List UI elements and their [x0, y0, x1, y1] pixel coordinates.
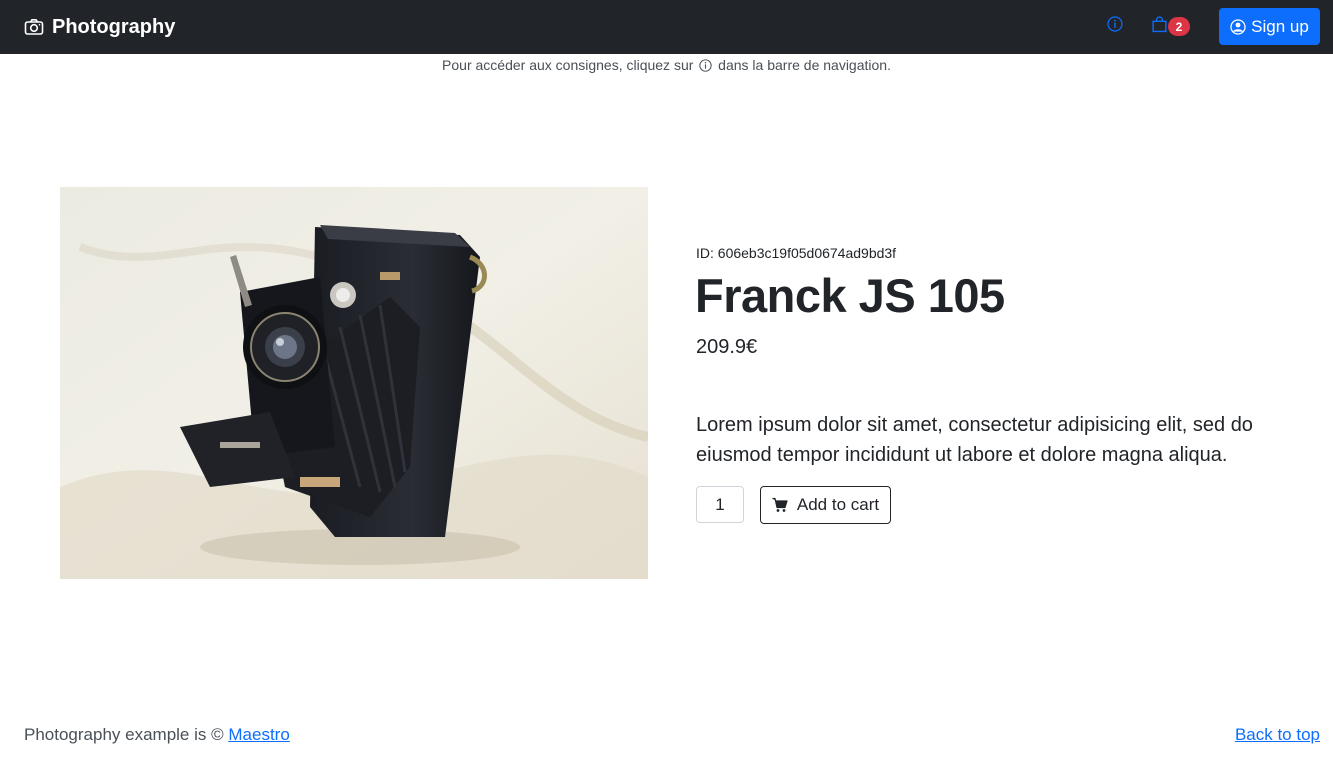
product-id: ID: 606eb3c19f05d0674ad9bd3f [696, 245, 897, 261]
copyright-text: Photography example is © [24, 725, 224, 744]
camera-photo [60, 187, 648, 579]
product-title: Franck JS 105 [695, 269, 1005, 322]
instructions-notice: Pour accéder aux consignes, cliquez sur … [0, 57, 1333, 73]
notice-text-before: Pour accéder aux consignes, cliquez sur [442, 57, 694, 73]
info-link[interactable] [1106, 14, 1124, 34]
camera-icon [24, 19, 44, 35]
quantity-input[interactable] [696, 486, 744, 523]
navbar: Photography 2 Sign up [0, 0, 1333, 54]
footer-copyright: Photography example is © Maestro [24, 725, 290, 745]
person-circle-icon [1230, 18, 1246, 35]
maestro-link[interactable]: Maestro [228, 725, 289, 744]
brand-link[interactable]: Photography [24, 0, 175, 54]
signup-button[interactable]: Sign up [1219, 8, 1320, 45]
info-circle-icon [1107, 16, 1123, 32]
cart-link[interactable]: 2 [1151, 14, 1195, 38]
add-to-cart-label: Add to cart [796, 495, 880, 514]
cart-count-badge: 2 [1168, 17, 1190, 36]
signup-label: Sign up [1251, 16, 1309, 36]
cart-icon [772, 497, 788, 512]
brand-text: Photography [52, 15, 176, 38]
product-image [60, 187, 648, 579]
back-to-top-link[interactable]: Back to top [1235, 725, 1320, 745]
info-circle-icon [699, 59, 712, 72]
bag-icon [1152, 16, 1167, 33]
product-price: 209.9€ [696, 336, 758, 358]
add-to-cart-button[interactable]: Add to cart [760, 486, 891, 524]
notice-text-after: dans la barre de navigation. [718, 57, 891, 73]
product-description: Lorem ipsum dolor sit amet, consectetur … [696, 414, 1253, 466]
